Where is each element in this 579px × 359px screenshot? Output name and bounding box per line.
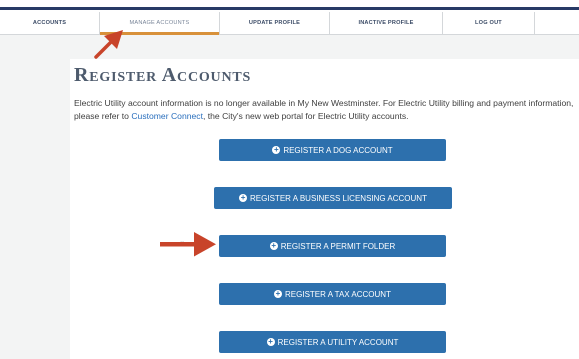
header-bar	[0, 7, 579, 10]
main-content: Register Accounts Electric Utility accou…	[70, 59, 579, 359]
main-nav: ACCOUNTS MANAGE ACCOUNTS UPDATE PROFILE …	[0, 12, 579, 35]
nav-item-log-out[interactable]: LOG OUT	[443, 12, 535, 34]
register-permit-folder-button[interactable]: + REGISTER A PERMIT FOLDER	[219, 235, 446, 257]
page-title: Register Accounts	[74, 64, 252, 86]
button-label: REGISTER A UTILITY ACCOUNT	[277, 337, 399, 347]
plus-circle-icon: +	[269, 241, 278, 250]
button-label: REGISTER A BUSINESS LICENSING ACCOUNT	[250, 193, 427, 203]
nav-item-accounts[interactable]: ACCOUNTS	[0, 12, 100, 34]
plus-circle-icon: +	[272, 145, 281, 154]
register-dog-account-button[interactable]: + REGISTER A DOG ACCOUNT	[219, 139, 446, 161]
intro-text: Electric Utility account information is …	[74, 97, 579, 122]
faded-text: Com	[180, 241, 192, 247]
register-utility-account-button[interactable]: + REGISTER A UTILITY ACCOUNT	[219, 331, 446, 353]
plus-circle-icon: +	[239, 193, 248, 202]
nav-item-inactive-profile[interactable]: INACTIVE PROFILE	[330, 12, 443, 34]
intro-text-after: , the City's new web portal for Electric…	[202, 110, 409, 121]
register-tax-account-button[interactable]: + REGISTER A TAX ACCOUNT	[219, 283, 446, 305]
page: ACCOUNTS MANAGE ACCOUNTS UPDATE PROFILE …	[0, 0, 579, 359]
top-strip	[0, 0, 579, 12]
button-label: REGISTER A TAX ACCOUNT	[285, 289, 391, 299]
customer-connect-link[interactable]: Customer Connect	[131, 111, 203, 121]
nav-item-update-profile[interactable]: UPDATE PROFILE	[220, 12, 330, 34]
register-business-licensing-account-button[interactable]: + REGISTER A BUSINESS LICENSING ACCOUNT	[214, 187, 452, 209]
button-label: REGISTER A DOG ACCOUNT	[283, 145, 393, 155]
plus-circle-icon: +	[274, 289, 283, 298]
button-label: REGISTER A PERMIT FOLDER	[280, 241, 396, 251]
plus-circle-icon: +	[266, 337, 275, 346]
nav-item-manage-accounts[interactable]: MANAGE ACCOUNTS	[100, 12, 220, 35]
